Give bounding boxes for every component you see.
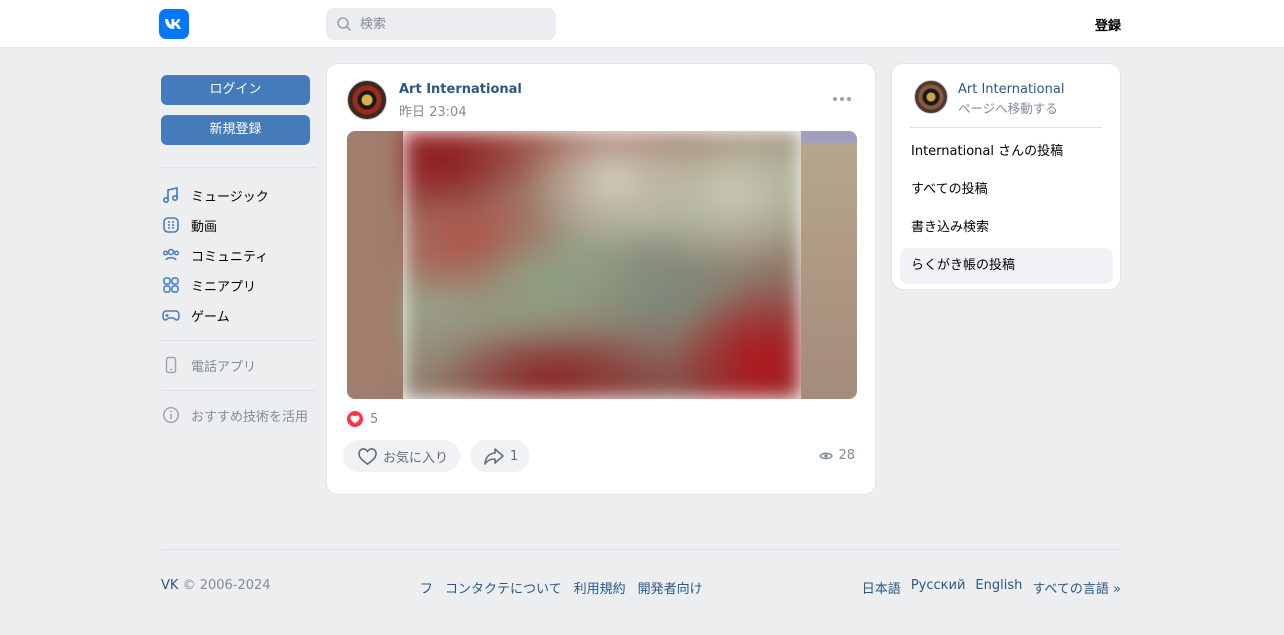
- signup-button[interactable]: 新規登録: [161, 115, 310, 145]
- nav-item-video[interactable]: 動画: [161, 210, 317, 240]
- eye-icon: [819, 449, 834, 463]
- search-icon: [337, 17, 351, 31]
- views-count: 28: [838, 448, 855, 463]
- panel-goto-page[interactable]: ページへ移動する: [958, 98, 1058, 117]
- post-time[interactable]: 昨日 23:04: [399, 101, 467, 120]
- nav-item-games[interactable]: ゲーム: [161, 300, 317, 330]
- music-icon: [161, 185, 181, 205]
- lang-japanese[interactable]: 日本語: [862, 578, 901, 597]
- shares-count: 1: [510, 448, 519, 464]
- panel-link-graffiti[interactable]: らくがき帳の投稿: [900, 248, 1113, 284]
- vk-logo-icon[interactable]: [159, 9, 189, 39]
- post-image[interactable]: [347, 131, 857, 399]
- reaction-summary[interactable]: 5: [347, 411, 378, 427]
- footer-brand-link[interactable]: VK: [161, 578, 178, 593]
- more-options-icon[interactable]: [833, 90, 851, 108]
- phone-icon: [161, 355, 181, 375]
- footer-copyright: VK © 2006-2024: [161, 578, 271, 593]
- divider: [161, 167, 317, 168]
- share-icon: [483, 445, 505, 467]
- footer-links: フ コンタクテについて 利用規約 開発者向け: [420, 578, 703, 597]
- community-icon: [161, 245, 181, 265]
- divider: [910, 127, 1102, 128]
- panel-link-all-posts[interactable]: すべての投稿: [900, 172, 1113, 208]
- author-avatar[interactable]: [347, 80, 387, 120]
- views-counter: 28: [819, 448, 855, 463]
- post-image-content: [403, 131, 801, 399]
- share-button[interactable]: 1: [470, 440, 531, 472]
- nav-item-tech[interactable]: おすすめ技術を活用: [161, 400, 317, 430]
- search-input[interactable]: [360, 16, 540, 32]
- info-icon: [161, 405, 181, 425]
- panel-author-name[interactable]: Art International: [958, 82, 1064, 97]
- nav-item-community[interactable]: コミュニティ: [161, 240, 317, 270]
- nav-item-label: 動画: [191, 219, 218, 235]
- post-image-edge: [801, 131, 857, 399]
- divider: [161, 390, 317, 391]
- lang-russian[interactable]: Русский: [911, 578, 966, 597]
- footer-link-terms[interactable]: 利用規約: [574, 578, 626, 597]
- search-box[interactable]: [326, 8, 556, 40]
- vk-logo-glyph: [165, 19, 181, 29]
- nav-item-phone-app[interactable]: 電話アプリ: [161, 350, 317, 380]
- panel-avatar[interactable]: [914, 80, 948, 114]
- top-bar: 登録: [0, 0, 1284, 48]
- footer-link-about[interactable]: コンタクテについて: [445, 578, 562, 597]
- left-nav: ログイン 新規登録 ミュージック 動画 コミュニティ ミニアプリ ゲーム 電話ア…: [161, 75, 317, 430]
- gamepad-icon: [161, 305, 181, 325]
- lang-english[interactable]: English: [975, 578, 1022, 597]
- footer-link[interactable]: フ: [420, 578, 433, 597]
- copyright-text: © 2006-2024: [182, 578, 271, 593]
- likes-count: 5: [370, 411, 379, 427]
- login-button[interactable]: ログイン: [161, 75, 310, 105]
- panel-link-search[interactable]: 書き込み検索: [900, 210, 1113, 246]
- register-link[interactable]: 登録: [1095, 15, 1121, 34]
- heart-reaction-icon: [347, 411, 363, 427]
- language-links: 日本語 Русский English すべての言語 »: [862, 578, 1121, 597]
- nav-item-label: ミニアプリ: [191, 279, 257, 295]
- divider: [161, 340, 317, 341]
- video-icon: [161, 215, 181, 235]
- nav-item-label: ゲーム: [191, 309, 230, 325]
- favorite-button[interactable]: お気に入り: [343, 440, 461, 472]
- nav-item-label: コミュニティ: [191, 249, 269, 265]
- nav-item-label: 電話アプリ: [191, 359, 257, 375]
- nav-item-label: ミュージック: [191, 189, 269, 205]
- nav-item-label: おすすめ技術を活用: [191, 409, 309, 425]
- footer-link-developers[interactable]: 開発者向け: [638, 578, 703, 597]
- apps-icon: [161, 275, 181, 295]
- favorite-label: お気に入り: [383, 450, 449, 466]
- post-card: Art International 昨日 23:04 5 お気に入り 1 28: [326, 63, 876, 495]
- nav-item-miniapps[interactable]: ミニアプリ: [161, 270, 317, 300]
- nav-item-music[interactable]: ミュージック: [161, 180, 317, 210]
- panel-link-author-posts[interactable]: International さんの投稿: [900, 134, 1113, 170]
- footer-divider: [161, 549, 1121, 550]
- lang-all[interactable]: すべての言語 »: [1032, 578, 1121, 597]
- author-panel: Art International ページへ移動する International…: [891, 63, 1121, 290]
- heart-icon: [356, 445, 378, 467]
- post-author[interactable]: Art International: [399, 82, 522, 97]
